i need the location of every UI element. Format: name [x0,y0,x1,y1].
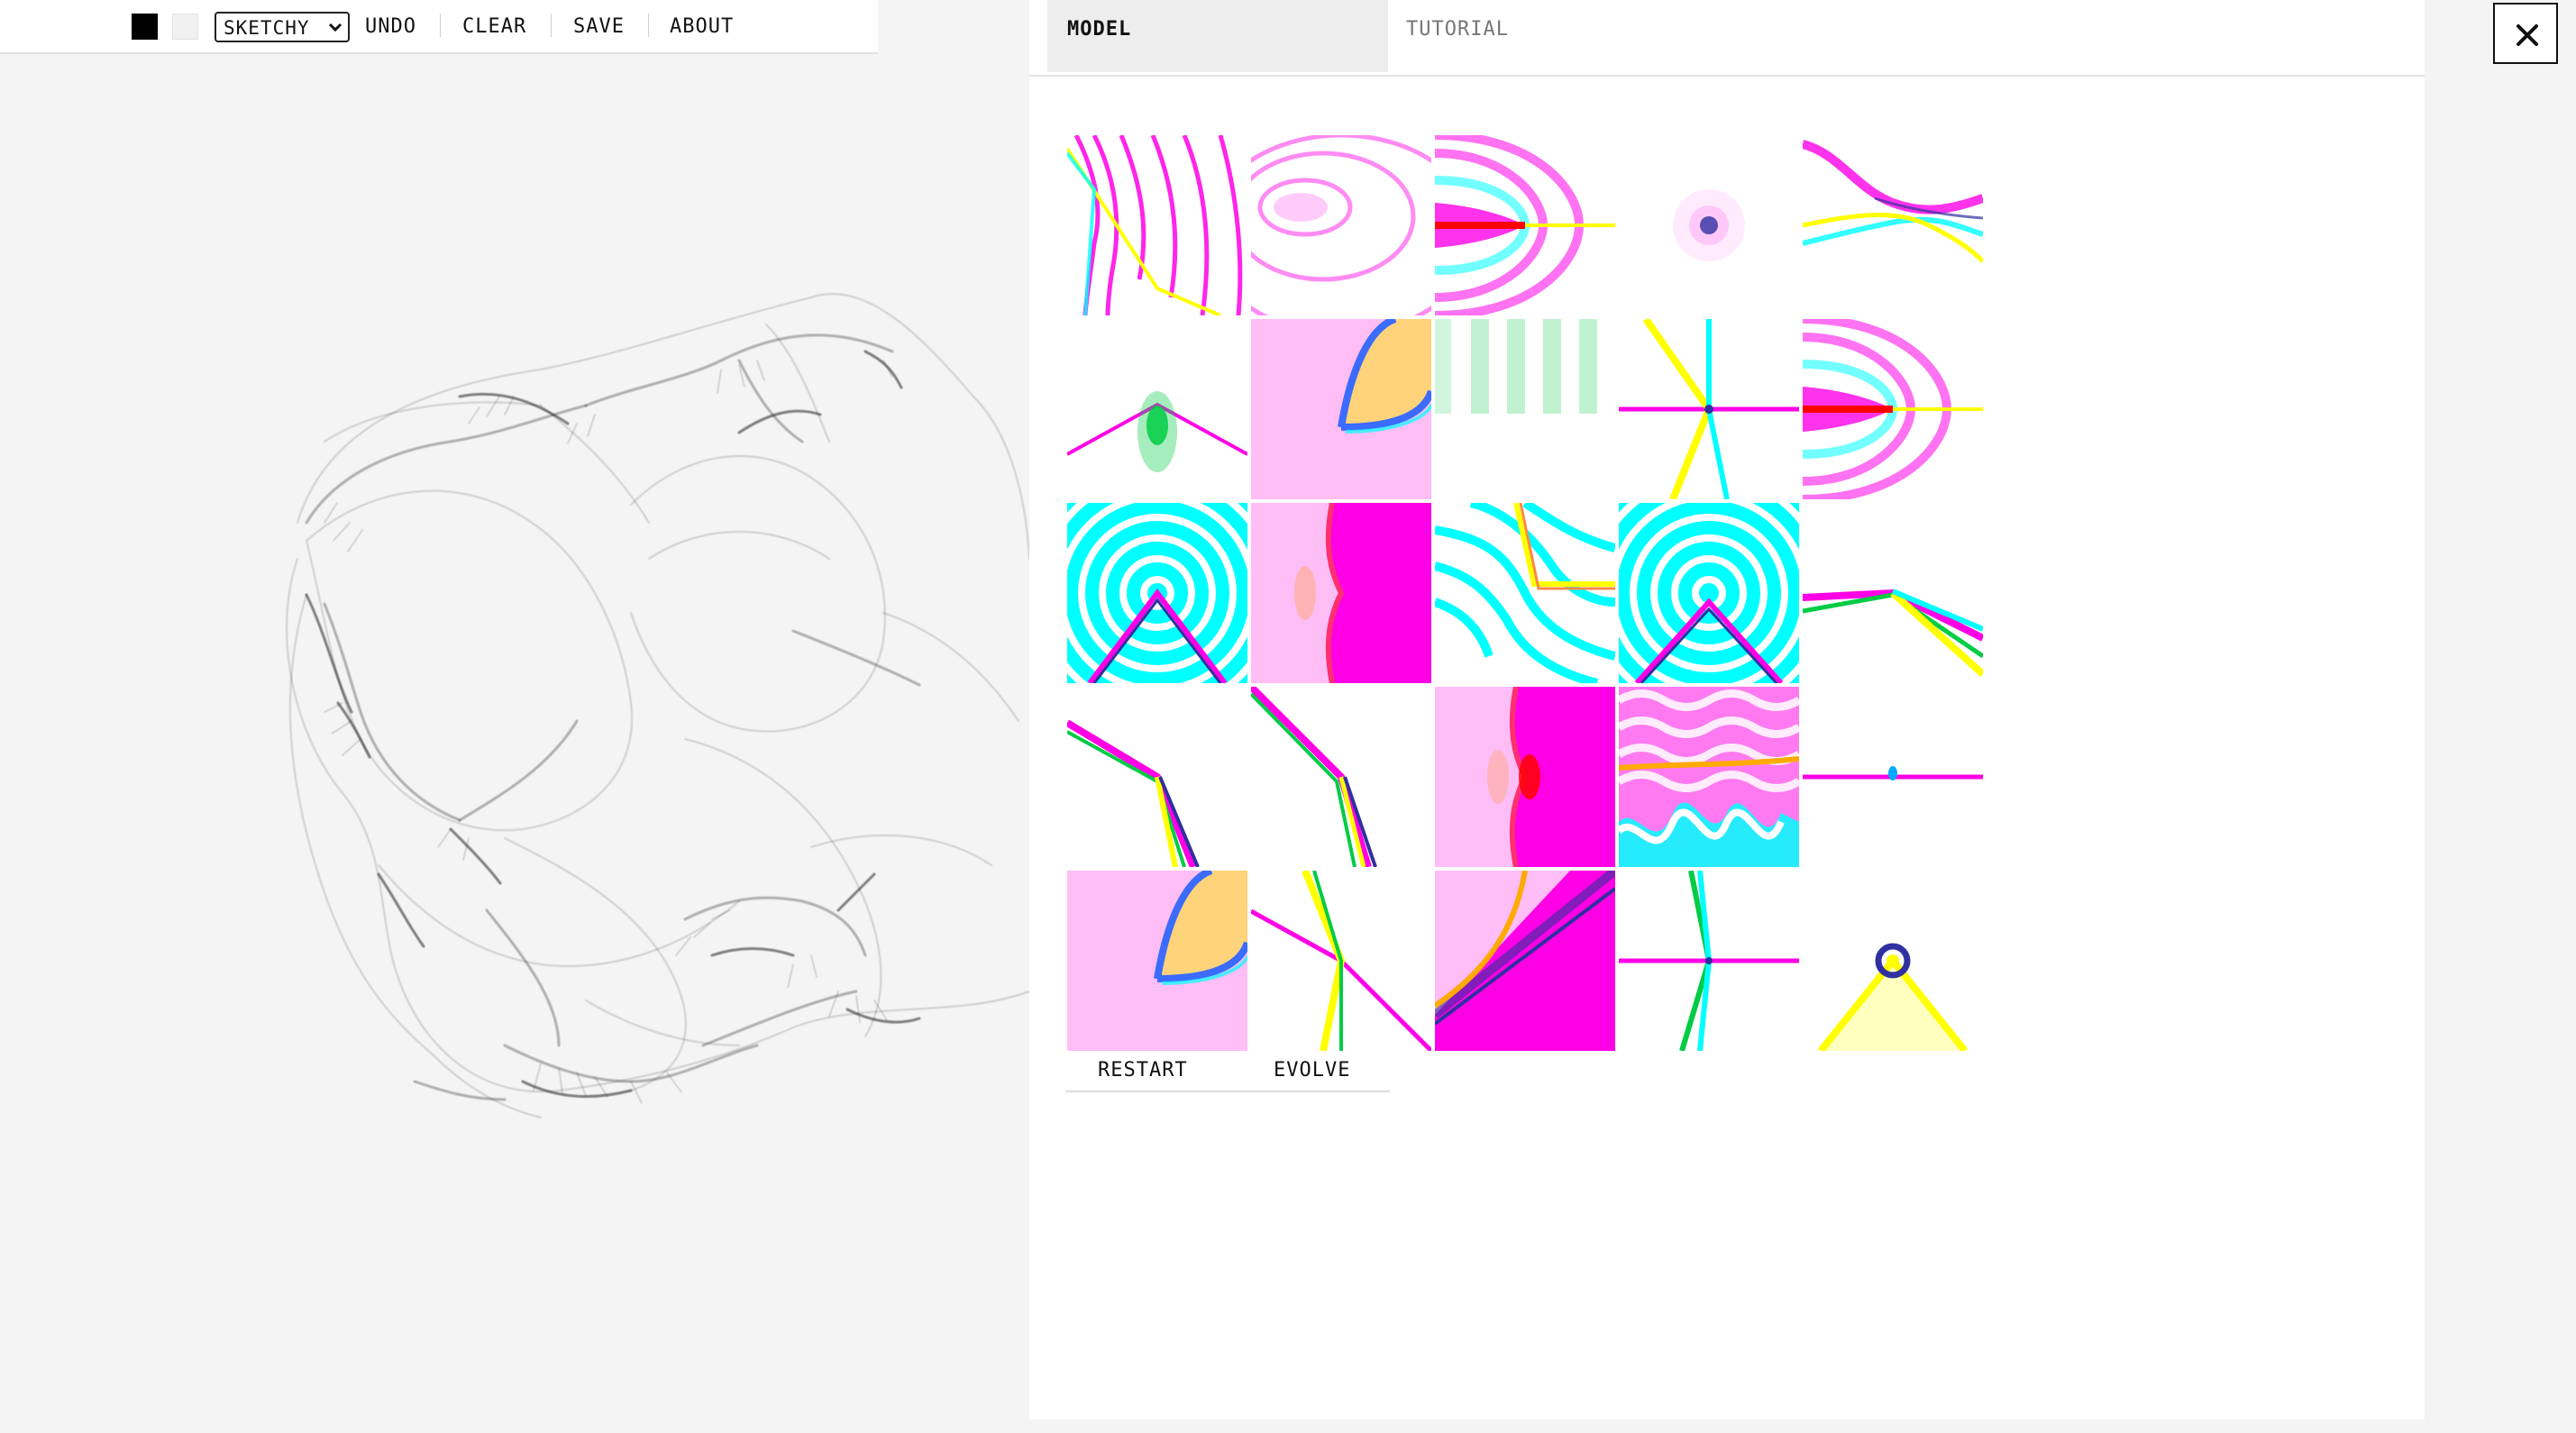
tabs-divider [1029,75,2425,77]
chevron-down-icon [328,23,343,32]
model-tile[interactable] [1803,319,1983,499]
divider [440,14,441,37]
model-panel: MODEL TUTORIAL RESTART EVOLVE [1029,0,2425,1419]
brush-select[interactable]: SKETCHY [215,12,350,42]
restart-button[interactable]: RESTART [1098,1059,1188,1082]
model-tile[interactable] [1067,871,1247,1051]
drawing-canvas[interactable] [0,54,1029,1433]
save-button[interactable]: SAVE [573,15,625,38]
close-icon [2517,24,2538,46]
model-tile[interactable] [1435,871,1615,1051]
evolve-button[interactable]: EVOLVE [1274,1059,1350,1082]
model-grid [1067,135,1987,1051]
model-tile[interactable] [1067,319,1247,499]
about-button[interactable]: ABOUT [670,15,734,38]
model-tile[interactable] [1251,135,1431,315]
model-tile[interactable] [1619,319,1799,499]
model-tile[interactable] [1803,687,1983,867]
model-tile[interactable] [1067,687,1247,867]
sketch-drawing [286,293,1029,1118]
undo-button[interactable]: UNDO [365,15,416,38]
model-tile[interactable] [1435,135,1615,315]
model-tile[interactable] [1619,687,1799,867]
stroke-color-swatch[interactable] [132,14,158,40]
model-tile[interactable] [1251,871,1431,1051]
model-tile[interactable] [1435,503,1615,683]
model-tile[interactable] [1803,503,1983,683]
model-tile[interactable] [1251,687,1431,867]
model-tile[interactable] [1251,503,1431,683]
model-tile[interactable] [1803,135,1983,315]
model-tile[interactable] [1803,871,1983,1051]
model-tile[interactable] [1619,135,1799,315]
divider [551,14,552,37]
toolbar: SKETCHY UNDO CLEAR SAVE ABOUT [0,0,878,54]
model-tile[interactable] [1435,319,1615,499]
model-tile[interactable] [1619,503,1799,683]
divider [648,14,649,37]
model-tile[interactable] [1067,503,1247,683]
model-tile[interactable] [1435,687,1615,867]
model-tile[interactable] [1251,319,1431,499]
tab-model[interactable]: MODEL [1047,0,1388,72]
close-button[interactable] [2493,3,2558,64]
background-color-swatch[interactable] [172,14,198,40]
tab-tutorial[interactable]: TUTORIAL [1388,0,1713,72]
buttons-divider [1065,1091,1390,1092]
model-tile[interactable] [1619,871,1799,1051]
brush-select-value: SKETCHY [224,17,310,39]
clear-button[interactable]: CLEAR [462,15,526,38]
model-tile[interactable] [1067,135,1247,315]
